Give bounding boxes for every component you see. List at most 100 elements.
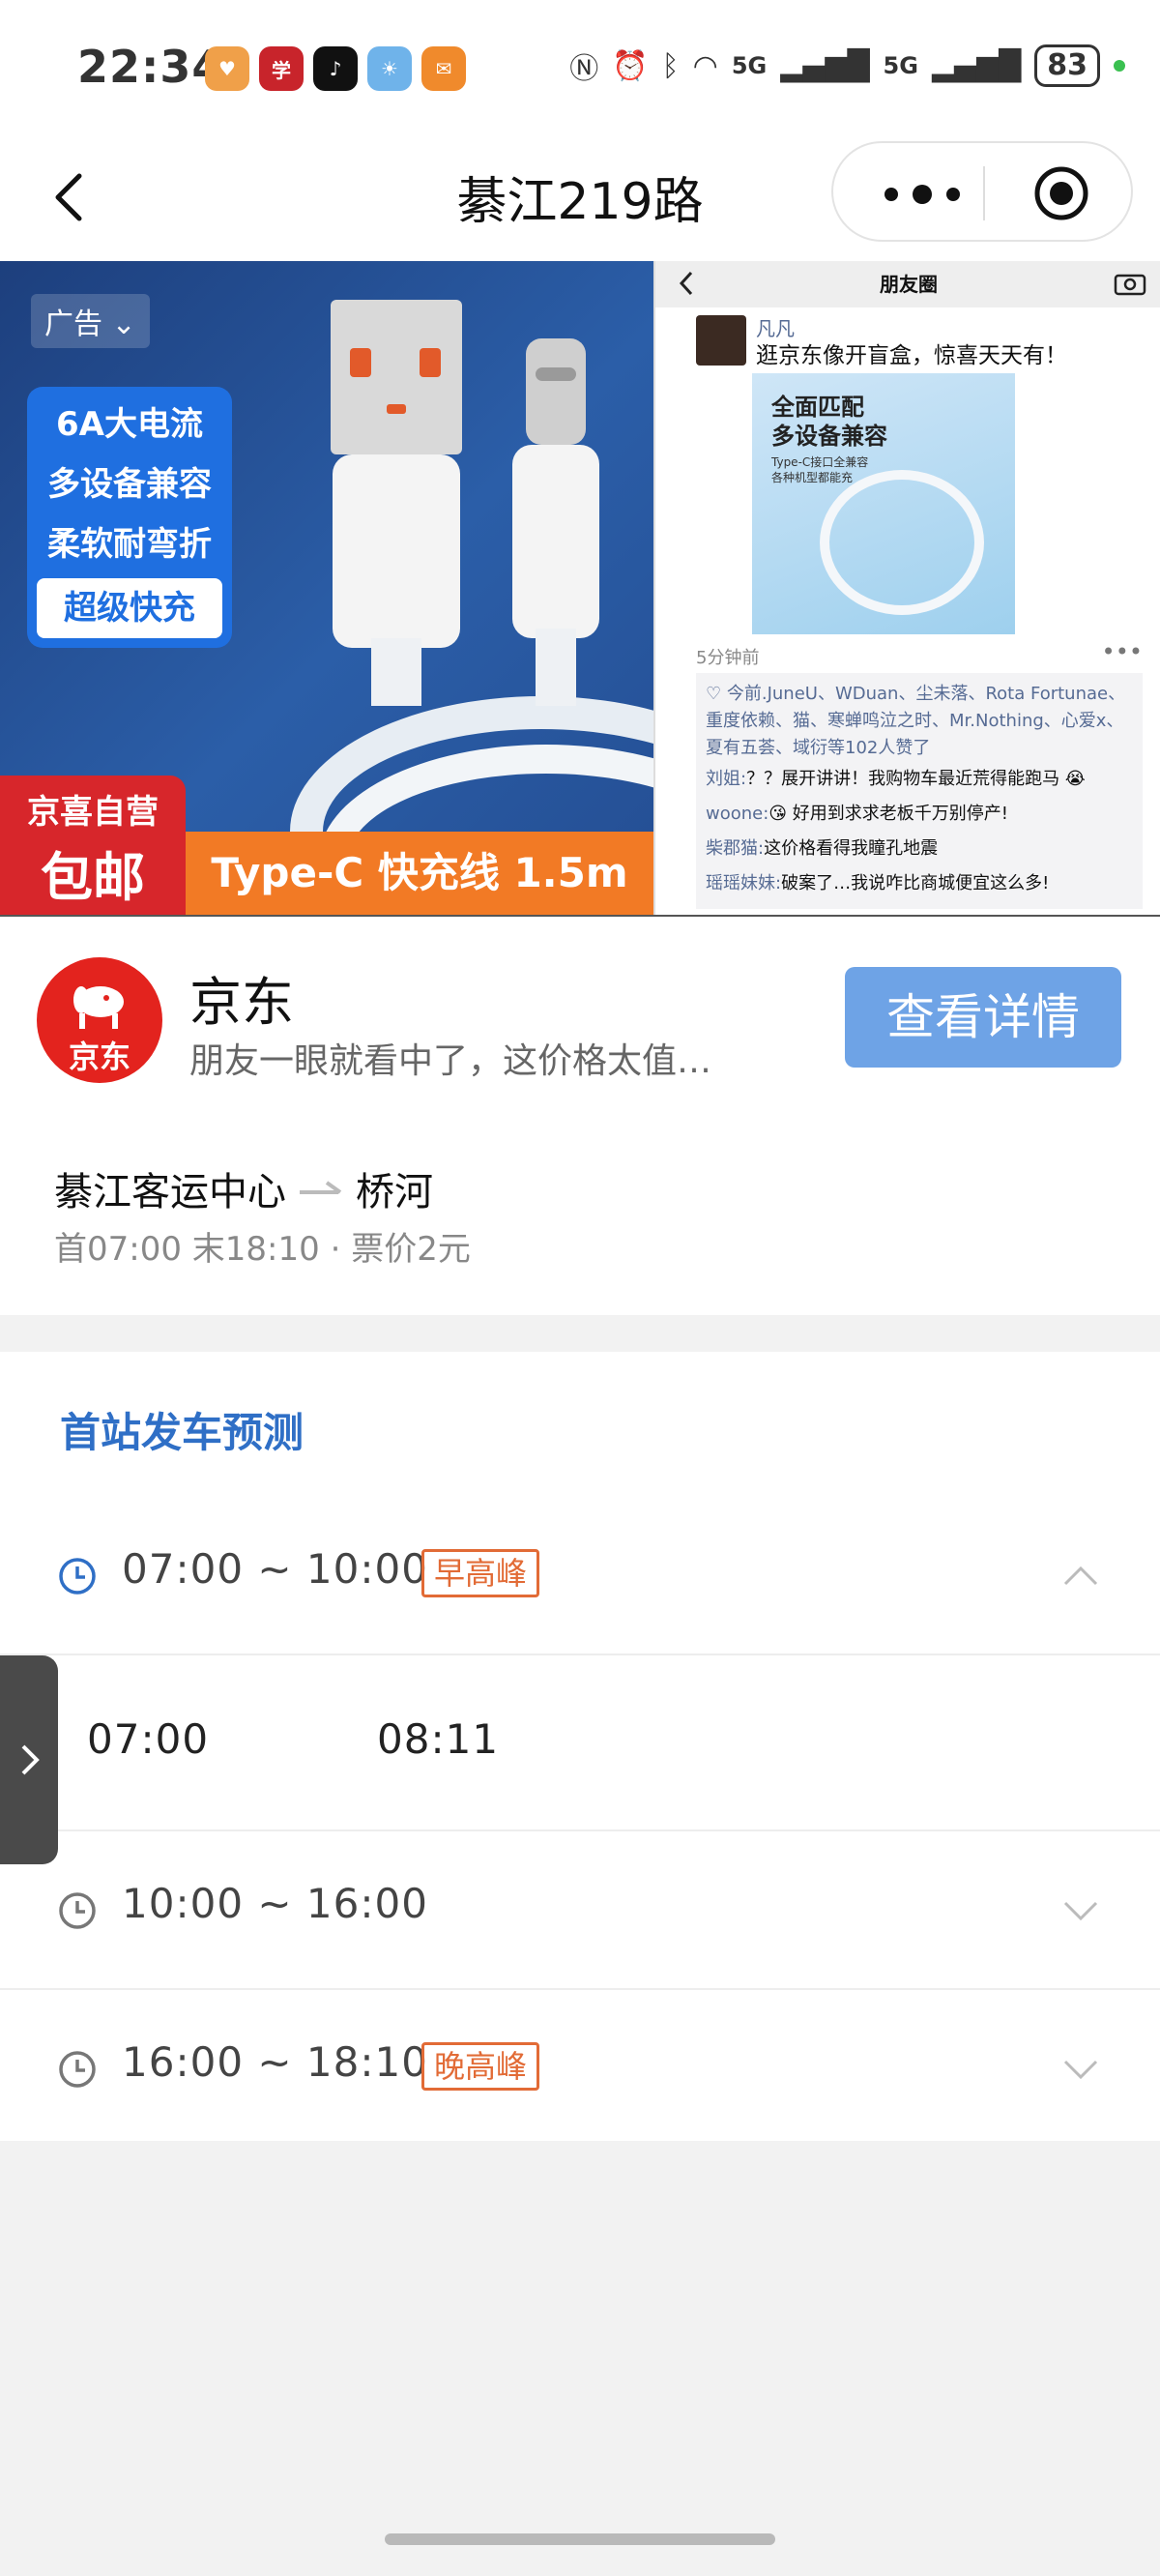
signal-bars-icon: ▂▄▆█ — [780, 48, 870, 83]
clock-icon — [59, 2051, 96, 2088]
post-image-title: 全面匹配 多设备兼容 — [771, 394, 887, 450]
peak-badge: 早高峰 — [421, 1549, 540, 1597]
prediction-title: 首站发车预测 — [60, 1409, 304, 1456]
usb-connector-image — [331, 300, 462, 706]
typec-connector-image — [512, 338, 599, 706]
comment-text: 破案了…我说咋比商城便宜这么多! — [781, 873, 1050, 893]
post-comment: 柴郡猫:这价格看得我瞳孔地震 — [706, 832, 1133, 866]
period-time: 10:00 ~ 16:00 — [122, 1880, 428, 1927]
like-heart-icon: ♡ — [706, 684, 727, 704]
post-likes-comments: ♡ 今前.JuneU、WDuan、尘未落、Rota Fortunae、重度依赖、… — [696, 673, 1143, 909]
route-origin: 綦江客运中心 — [54, 1170, 286, 1215]
comment-text: 😘 好用到求求老板千万别停产! — [768, 804, 1008, 824]
ad-description: 朋友一眼就看中了，这价格太值… — [189, 1041, 712, 1081]
post-more-icon: ••• — [1101, 638, 1143, 665]
wifi-icon: ◠ — [692, 48, 718, 83]
period-row-evening[interactable]: 16:00 ~ 18:10 晚高峰 — [0, 1988, 1160, 2147]
close-miniprogram-icon[interactable] — [1032, 164, 1090, 222]
post-comment: 刘姐:？？展开讲讲！我购物车最近荒得能跑马 😭 — [706, 762, 1133, 797]
departure-time: 08:11 — [377, 1715, 500, 1763]
nav-bar: 綦江219路 — [0, 141, 1160, 261]
xuexi-app-icon: 学 — [259, 46, 304, 91]
view-details-button[interactable]: 查看详情 — [845, 967, 1121, 1068]
mail-app-icon: ✉ — [421, 46, 466, 91]
route-schedule-fare: 首07:00 末18:10 · 票价2元 — [54, 1230, 471, 1269]
ad-feature-list: 6A大电流 多设备兼容 柔软耐弯折 超级快充 — [27, 387, 232, 648]
chevron-down-icon[interactable] — [1061, 1895, 1100, 1924]
post-comment: woone:😘 好用到求求老板千万别停产! — [706, 797, 1133, 832]
ad-banner[interactable]: 广告 ⌄ 6A大电流 多设备兼容 柔软耐弯折 超级快充 京喜自营 包邮 Type — [0, 261, 1160, 915]
mini-program-capsule — [831, 141, 1133, 242]
side-expand-tab[interactable] — [0, 1655, 58, 1864]
ad-feature: 超级快充 — [37, 578, 222, 638]
moments-title: 朋友圈 — [880, 273, 938, 296]
ad-self-operated-badge: 京喜自营 包邮 — [0, 776, 186, 915]
jd-logo-text: 京东 — [68, 1039, 130, 1075]
camera-icon — [1114, 274, 1146, 296]
ad-advertiser-bar[interactable]: 京东 京东 朋友一眼就看中了，这价格太值… 查看详情 — [0, 915, 1160, 1108]
more-icon[interactable] — [880, 180, 986, 209]
departure-prediction: 首站发车预测 07:00 ~ 10:00 早高峰 07:00 08:11 10:… — [0, 1352, 1160, 2141]
signal-5g-label: 5G — [731, 52, 768, 79]
signal-bars-icon-2: ▂▄▆█ — [931, 48, 1022, 83]
capsule-divider — [983, 166, 985, 220]
chevron-up-icon[interactable] — [1061, 1561, 1100, 1590]
route-direction: 綦江客运中心 桥河 — [54, 1160, 433, 1216]
ad-feature: 6A大电流 — [56, 405, 203, 444]
ad-moments-image[interactable]: 朋友圈 凡凡 逛京东像开盲盒，惊喜天天有！ 全面匹配 多设备兼容 Type-C接… — [653, 261, 1160, 915]
period-row-morning[interactable]: 07:00 ~ 10:00 早高峰 — [0, 1497, 1160, 1655]
battery-level: 83 — [1034, 44, 1100, 87]
signal-5g-label-2: 5G — [883, 52, 918, 79]
bluetooth-icon: ᛒ — [661, 48, 680, 83]
post-likes: ♡ 今前.JuneU、WDuan、尘未落、Rota Fortunae、重度依赖、… — [706, 681, 1133, 762]
ad-feature: 柔软耐弯折 — [47, 525, 212, 564]
system-icons: Ⓝ ⏰ ᛒ ◠ 5G ▂▄▆█ 5G ▂▄▆█ 83 — [569, 44, 1125, 87]
departure-times: 07:00 08:11 — [0, 1654, 1160, 1830]
status-bar: 22:34 ♥ 学 ♪ ☀ ✉ Ⓝ ⏰ ᛒ ◠ 5G ▂▄▆█ 5G ▂▄▆█ … — [0, 0, 1160, 141]
alarm-icon: ⏰ — [612, 48, 649, 83]
post-likes-text: 今前.JuneU、WDuan、尘未落、Rota Fortunae、重度依赖、猫、… — [706, 684, 1126, 758]
comment-author: 刘姐: — [706, 769, 747, 789]
post-image-subtitle: Type-C接口全兼容 各种机型都能充 — [771, 455, 869, 484]
comment-text: 这价格看得我瞳孔地震 — [764, 838, 939, 859]
comment-author: 柴郡猫: — [706, 838, 765, 859]
clock-icon — [59, 1558, 96, 1595]
comment-text: ？？展开讲讲！我购物车最近荒得能跑马 😭 — [746, 769, 1086, 789]
post-text: 逛京东像开盲盒，惊喜天天有！ — [756, 343, 1067, 368]
status-time: 22:34 — [77, 41, 224, 93]
period-row-midday[interactable]: 10:00 ~ 16:00 — [0, 1830, 1160, 1988]
home-indicator[interactable] — [385, 2533, 775, 2545]
comment-author: 瑶瑶妹妹: — [706, 873, 782, 893]
poster-avatar — [696, 315, 746, 366]
post-comment: 瑶瑶妹妹:破案了…我说咋比商城便宜这么多! — [706, 866, 1133, 901]
period-time: 07:00 ~ 10:00 — [122, 1545, 428, 1593]
tiktok-app-icon: ♪ — [313, 46, 358, 91]
heart-app-icon: ♥ — [205, 46, 249, 91]
route-destination: 桥河 — [356, 1170, 433, 1215]
period-time: 16:00 ~ 18:10 — [122, 2038, 428, 2086]
moments-header: 朋友圈 — [655, 261, 1160, 307]
ad-product-image[interactable]: 广告 ⌄ 6A大电流 多设备兼容 柔软耐弯折 超级快充 京喜自营 包邮 Type — [0, 261, 653, 915]
privacy-dot — [1114, 60, 1125, 72]
weather-app-icon: ☀ — [367, 46, 412, 91]
route-info: 綦江客运中心 桥河 首07:00 末18:10 · 票价2元 — [0, 1108, 1160, 1315]
jd-dog-icon — [73, 986, 124, 1029]
free-shipping-label: 包邮 — [41, 847, 145, 908]
jd-logo[interactable]: 京东 — [37, 957, 162, 1083]
ad-tag[interactable]: 广告 ⌄ — [31, 294, 150, 348]
chevron-down-icon[interactable] — [1061, 2054, 1100, 2083]
cable-loop — [820, 470, 984, 615]
post-time: 5分钟前 — [696, 648, 760, 668]
post-image: 全面匹配 多设备兼容 Type-C接口全兼容 各种机型都能充 — [752, 373, 1015, 634]
notification-icons: ♥ 学 ♪ ☀ ✉ — [205, 46, 466, 91]
ad-feature: 多设备兼容 — [47, 465, 212, 504]
self-operated-label: 京喜自营 — [27, 793, 159, 832]
advertiser-name: 京东 — [189, 972, 294, 1033]
departure-time: 07:00 — [87, 1715, 210, 1763]
ad-product-name: Type-C 快充线 1.5m — [186, 832, 653, 915]
nfc-icon: Ⓝ — [569, 52, 599, 86]
clock-icon — [59, 1892, 96, 1929]
ad-tag-label: 广告 — [44, 307, 102, 341]
direction-arrow-icon — [300, 1181, 342, 1194]
comment-author: woone: — [706, 804, 769, 824]
